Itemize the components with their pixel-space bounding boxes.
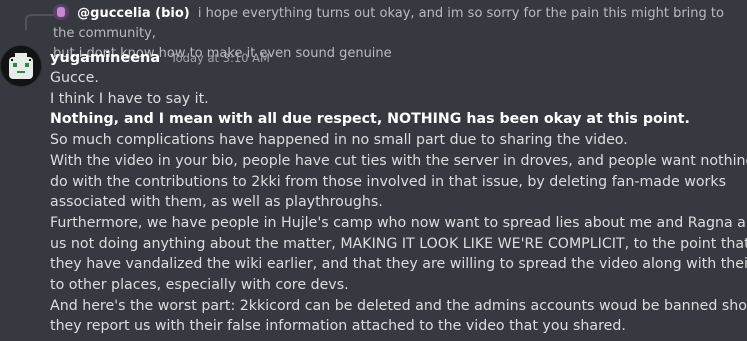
message-line: And here's the worst part: 2kkicord can … (50, 297, 747, 314)
message-line: they report us with their false informat… (50, 318, 626, 335)
message-content: Gucce. I think I have to say it. Nothing… (50, 68, 747, 337)
message-line: associated with them, as well as playthr… (50, 194, 383, 211)
reply-connector (25, 14, 55, 30)
avatar[interactable] (0, 45, 42, 87)
avatar-image (1, 46, 41, 86)
message-header: yugamineena Today at 3:10 AM (50, 48, 270, 68)
message-line: Furthermore, we have people in Hujle's c… (50, 214, 747, 231)
username[interactable]: yugamineena (50, 50, 160, 66)
message-line: they have vandalized the wiki earlier, a… (50, 256, 747, 273)
message-line: With the video in your bio, people have … (50, 152, 747, 169)
reply-username[interactable]: @guccelia (bio) (77, 6, 190, 21)
reply-avatar[interactable] (53, 4, 69, 20)
message-line: I think I have to say it. (50, 90, 209, 107)
message-line: So much complications have happened in n… (50, 132, 628, 149)
timestamp[interactable]: Today at 3:10 AM (171, 51, 270, 65)
message-line: do with the contributions to 2kki from t… (50, 173, 726, 190)
message-line: us not doing anything about the matter, … (50, 235, 747, 252)
message-line-bold: Nothing, and I mean with all due respect… (50, 111, 690, 128)
message-line: to other places, especially with core de… (50, 277, 349, 294)
message-line: Gucce. (50, 70, 99, 86)
